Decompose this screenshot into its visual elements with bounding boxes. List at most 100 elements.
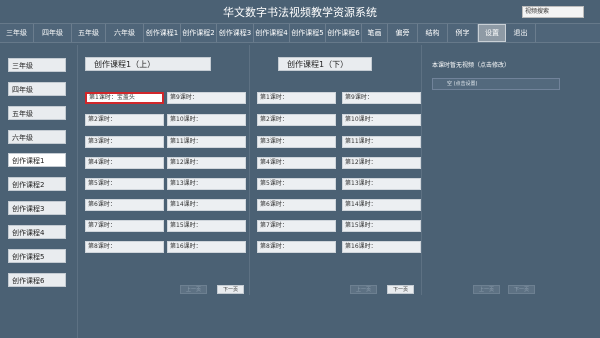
upper-lesson-slot[interactable]: 第14课时： <box>167 199 246 211</box>
sidebar-item-grade5[interactable]: 五年级 <box>8 106 66 120</box>
lower-lesson-slot[interactable]: 第16课时： <box>342 241 421 253</box>
upper-lesson-slot[interactable]: 第16课时： <box>167 241 246 253</box>
next-page-button-video[interactable]: 下一页 <box>508 285 535 294</box>
lower-lesson-slot[interactable]: 第9课时： <box>342 92 421 104</box>
lesson-label: 第5课时： <box>260 180 288 187</box>
lesson-label: 第9课时： <box>345 94 373 101</box>
tab-course3[interactable]: 创作课程3 <box>217 24 254 42</box>
upper-lesson-slot[interactable]: 第6课时： <box>85 199 164 211</box>
course-panel-upper <box>78 45 250 295</box>
lesson-label: 第9课时： <box>170 94 198 101</box>
sidebar-item-grade4[interactable]: 四年级 <box>8 82 66 96</box>
lower-lesson-slot[interactable]: 第14课时： <box>342 199 421 211</box>
upper-lesson-slot[interactable]: 第5课时： <box>85 178 164 190</box>
prev-page-button-video[interactable]: 上一页 <box>473 285 500 294</box>
tab-grade6[interactable]: 六年级 <box>106 24 144 42</box>
lower-lesson-slot[interactable]: 第7课时： <box>257 220 336 232</box>
sidebar-item-grade6[interactable]: 六年级 <box>8 130 66 144</box>
upper-lesson-slot[interactable]: 第7课时： <box>85 220 164 232</box>
lesson-label: 第3课时： <box>260 138 288 145</box>
lower-lesson-slot[interactable]: 第10课时： <box>342 114 421 126</box>
lesson-label: 第16课时： <box>345 243 377 250</box>
app-title: 华文数字书法视频教学资源系统 <box>223 6 377 19</box>
lesson-label: 第15课时： <box>345 222 377 229</box>
lesson-label: 第7课时： <box>88 222 116 229</box>
sidebar-item-course2[interactable]: 创作课程2 <box>8 177 66 191</box>
tab-course4[interactable]: 创作课程4 <box>254 24 290 42</box>
upper-lesson-slot[interactable]: 第10课时： <box>167 114 246 126</box>
lower-lesson-slot[interactable]: 第4课时： <box>257 157 336 169</box>
tab-course6[interactable]: 创作课程6 <box>326 24 362 42</box>
next-page-button-upper[interactable]: 下一页 <box>217 285 244 294</box>
lower-lesson-slot[interactable]: 第15课时： <box>342 220 421 232</box>
upper-lesson-slot[interactable]: 第3课时： <box>85 136 164 148</box>
sidebar-item-course1[interactable]: 创作课程1 <box>8 153 66 167</box>
lesson-label: 第12课时： <box>170 159 202 166</box>
sidebar-item-grade3[interactable]: 三年级 <box>8 58 66 72</box>
lesson-label: 第5课时： <box>88 180 116 187</box>
lesson-label: 第1课时： <box>260 94 288 101</box>
video-status-title[interactable]: 本课时暂无视频（点击修改） <box>432 60 510 69</box>
tab-settings[interactable]: 设置 <box>478 24 506 42</box>
tab-exit[interactable]: 退出 <box>506 24 536 42</box>
tab-course2[interactable]: 创作课程2 <box>181 24 217 42</box>
lesson-label: 第10课时： <box>345 116 377 123</box>
sidebar-item-course3[interactable]: 创作课程3 <box>8 201 66 215</box>
lesson-label: 第1课时： <box>89 94 117 101</box>
lower-lesson-slot[interactable]: 第6课时： <box>257 199 336 211</box>
tab-grade5[interactable]: 五年级 <box>72 24 106 42</box>
lower-lesson-slot[interactable]: 第2课时： <box>257 114 336 126</box>
lower-lesson-slot[interactable]: 第13课时： <box>342 178 421 190</box>
lesson-label: 第8课时： <box>88 243 116 250</box>
tab-course1[interactable]: 创作课程1 <box>144 24 181 42</box>
empty-video-slot[interactable]: 空 (点击设置) <box>432 78 560 90</box>
sidebar: 三年级 四年级 五年级 六年级 创作课程1 创作课程2 创作课程3 创作课程4 … <box>0 45 78 338</box>
lesson-label: 第6课时： <box>260 201 288 208</box>
lesson-label: 第11课时： <box>345 138 377 145</box>
tab-radicals[interactable]: 偏旁 <box>388 24 418 42</box>
upper-lesson-slot[interactable]: 第13课时： <box>167 178 246 190</box>
lesson-label: 第4课时： <box>88 159 116 166</box>
course-panel-lower <box>250 45 422 295</box>
lesson-label: 第8课时： <box>260 243 288 250</box>
sidebar-item-course5[interactable]: 创作课程5 <box>8 249 66 263</box>
lesson-label: 第13课时： <box>170 180 202 187</box>
upper-lesson-slot[interactable]: 第8课时： <box>85 241 164 253</box>
lesson-label: 第3课时： <box>88 138 116 145</box>
lesson-label: 第12课时： <box>345 159 377 166</box>
tab-examples[interactable]: 例字 <box>448 24 478 42</box>
upper-lesson-slot[interactable]: 第15课时： <box>167 220 246 232</box>
lesson-label: 第15课时： <box>170 222 202 229</box>
lesson-label: 第13课时： <box>345 180 377 187</box>
lesson-label: 第14课时： <box>170 201 202 208</box>
panel-title-lower: 创作课程1（下） <box>278 57 372 71</box>
prev-page-button-upper[interactable]: 上一页 <box>180 285 207 294</box>
lesson-label: 第11课时： <box>170 138 202 145</box>
tab-grade3[interactable]: 三年级 <box>0 24 34 42</box>
lesson-label: 第4课时： <box>260 159 288 166</box>
panel-title-upper: 创作课程1（上） <box>85 57 211 71</box>
lesson-label: 第10课时： <box>170 116 202 123</box>
lower-lesson-slot[interactable]: 第8课时： <box>257 241 336 253</box>
tab-structure[interactable]: 结构 <box>418 24 448 42</box>
lower-lesson-slot[interactable]: 第12课时： <box>342 157 421 169</box>
lower-lesson-slot[interactable]: 第1课时： <box>257 92 336 104</box>
lower-lesson-slot[interactable]: 第3课时： <box>257 136 336 148</box>
upper-lesson-slot[interactable]: 第2课时： <box>85 114 164 126</box>
sidebar-item-course4[interactable]: 创作课程4 <box>8 225 66 239</box>
lower-lesson-slot[interactable]: 第11课时： <box>342 136 421 148</box>
sidebar-item-course6[interactable]: 创作课程6 <box>8 273 66 287</box>
next-page-button-lower[interactable]: 下一页 <box>387 285 414 294</box>
upper-lesson-slot[interactable]: 第9课时： <box>167 92 246 104</box>
lesson-value: 宝盖头 <box>116 94 135 101</box>
tab-course5[interactable]: 创作课程5 <box>290 24 326 42</box>
prev-page-button-lower[interactable]: 上一页 <box>350 285 377 294</box>
upper-lesson-slot[interactable]: 第1课时：宝盖头 <box>85 92 164 104</box>
lower-lesson-slot[interactable]: 第5课时： <box>257 178 336 190</box>
upper-lesson-slot[interactable]: 第4课时： <box>85 157 164 169</box>
tab-strokes[interactable]: 笔画 <box>362 24 388 42</box>
upper-lesson-slot[interactable]: 第11课时： <box>167 136 246 148</box>
tab-grade4[interactable]: 四年级 <box>34 24 72 42</box>
upper-lesson-slot[interactable]: 第12课时： <box>167 157 246 169</box>
search-input[interactable]: 视频搜索 <box>522 6 584 18</box>
